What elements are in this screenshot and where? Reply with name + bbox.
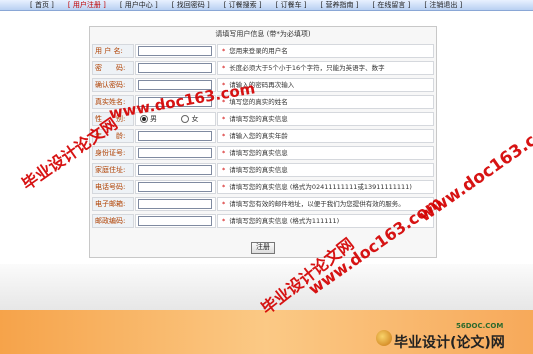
row-username: 用 户 名: * 您用来登录的用户名 xyxy=(92,44,434,58)
required-star: * xyxy=(222,47,226,55)
row-phone: 电话号码: * 请填写您的真实信息 (格式为02411111111或1391111… xyxy=(92,180,434,194)
female-radio[interactable] xyxy=(181,115,190,123)
row-id-number: 身份证号: * 请填写您的真实信息 xyxy=(92,146,434,160)
logo-icon xyxy=(376,330,392,346)
age-input[interactable] xyxy=(138,131,212,141)
field-hint: 请输入您的真实年龄 xyxy=(229,132,288,140)
password-input[interactable] xyxy=(138,63,212,73)
field-label: 确认密码: xyxy=(92,78,134,92)
logo-text: 毕业设计(论文)网 xyxy=(394,335,505,351)
nav-meal-cart[interactable]: [ 订餐车 ] xyxy=(276,0,307,10)
nav-meal-search[interactable]: [ 订餐搜索 ] xyxy=(224,0,262,10)
field-hint: 长度必须大于5个小于16个字符，只能为英语字、数字 xyxy=(229,64,385,72)
required-star: * xyxy=(222,217,226,225)
id-number-input[interactable] xyxy=(138,148,212,158)
nav-message[interactable]: [ 在线留言 ] xyxy=(372,0,410,10)
top-navigation: [ 首页 ] [ 用户注册 ] [ 用户中心 ] [ 找回密码 ] [ 订餐搜索… xyxy=(0,0,533,11)
field-hint: 您用来登录的用户名 xyxy=(229,47,288,55)
nav-logout[interactable]: [ 注销退出 ] xyxy=(424,0,462,10)
field-label: 电子邮箱: xyxy=(92,197,134,211)
required-star: * xyxy=(222,149,226,157)
phone-input[interactable] xyxy=(138,182,212,192)
logo-site-url: 56DOC.COM xyxy=(456,322,504,330)
row-confirm-password: 确认密码: * 请输入的密码再次输入 xyxy=(92,78,434,92)
field-label: 邮政编码: xyxy=(92,214,134,228)
field-hint: 请填写您的真实信息 xyxy=(229,149,288,157)
field-hint: 请填写您的真实信息 xyxy=(229,115,288,123)
field-hint: 请填写您的真实信息 (格式为111111) xyxy=(229,217,340,225)
site-logo: 56DOC.COM 毕业设计(论文)网 xyxy=(376,322,531,352)
postcode-input[interactable] xyxy=(138,216,212,226)
row-address: 家庭住址: * 请填写您的真实信息 xyxy=(92,163,434,177)
field-hint: 请填写您有效的邮件地址，以便于我们为您提供有效的服务。 xyxy=(229,200,405,208)
email-input[interactable] xyxy=(138,199,212,209)
female-label: 女 xyxy=(191,115,199,123)
field-label: 电话号码: xyxy=(92,180,134,194)
nav-home[interactable]: [ 首页 ] xyxy=(30,0,54,10)
registration-form: 请填写用户信息 (带*为必填项) 用 户 名: * 您用来登录的用户名 密 码: … xyxy=(89,26,437,258)
male-label: 男 xyxy=(150,115,157,123)
row-password: 密 码: * 长度必须大于5个小于16个字符，只能为英语字、数字 xyxy=(92,61,434,75)
required-star: * xyxy=(222,183,226,191)
form-title: 请填写用户信息 (带*为必填项) xyxy=(215,30,311,38)
nav-user-center[interactable]: [ 用户中心 ] xyxy=(120,0,158,10)
row-age: 年 龄: * 请输入您的真实年龄 xyxy=(92,129,434,143)
field-label: 身份证号: xyxy=(92,146,134,160)
field-hint: 请填写您的真实信息 (格式为02411111111或13911111111) xyxy=(229,183,412,191)
required-star: * xyxy=(222,64,226,72)
username-input[interactable] xyxy=(138,46,212,56)
nav-find-password[interactable]: [ 找回密码 ] xyxy=(172,0,210,10)
nav-register[interactable]: [ 用户注册 ] xyxy=(68,0,106,10)
row-postcode: 邮政编码: * 请填写您的真实信息 (格式为111111) xyxy=(92,214,434,228)
register-button[interactable]: 注册 xyxy=(251,242,275,254)
required-star: * xyxy=(222,200,226,208)
field-label: 密 码: xyxy=(92,61,134,75)
required-star: * xyxy=(222,132,226,140)
field-label: 家庭住址: xyxy=(92,163,134,177)
required-star: * xyxy=(222,115,226,123)
address-input[interactable] xyxy=(138,165,212,175)
field-hint: 请填写您的真实信息 xyxy=(229,166,288,174)
required-star: * xyxy=(222,166,226,174)
field-label: 用 户 名: xyxy=(92,44,134,58)
nav-nutrition-guide[interactable]: [ 营养指南 ] xyxy=(321,0,359,10)
row-email: 电子邮箱: * 请填写您有效的邮件地址，以便于我们为您提供有效的服务。 xyxy=(92,197,434,211)
